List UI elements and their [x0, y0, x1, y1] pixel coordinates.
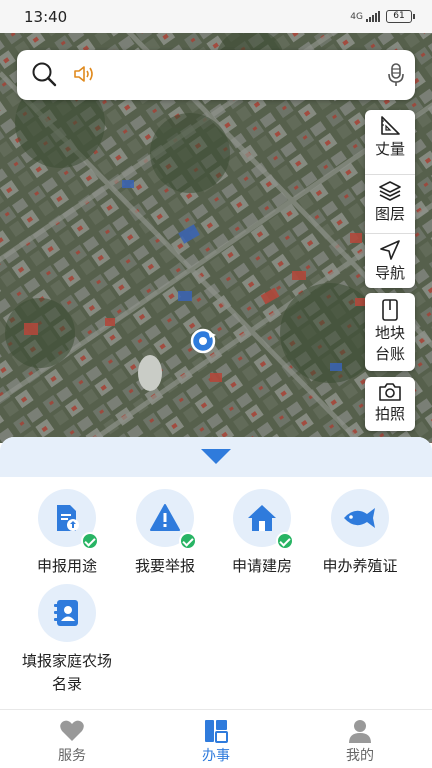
service-label: 我要举报: [134, 557, 195, 575]
service-apply-housing[interactable]: 申请建房: [213, 489, 311, 578]
navigation-icon: [380, 240, 400, 260]
search-icon[interactable]: [31, 61, 57, 87]
service-report[interactable]: 我要举报: [116, 489, 214, 578]
tab-services[interactable]: 服务: [0, 710, 144, 768]
service-label: 申请建房: [231, 557, 292, 575]
service-label: 申办养殖证: [322, 557, 398, 575]
heart-icon: [60, 720, 84, 741]
camera-icon: [379, 383, 401, 401]
check-badge-icon: [276, 532, 294, 550]
bottom-tab-bar: 服务 办事 我的: [0, 709, 432, 768]
navigation-button[interactable]: 导航: [365, 233, 415, 291]
service-label: 申报用途: [36, 557, 97, 575]
office-icon: [205, 720, 228, 743]
search-input[interactable]: [105, 62, 385, 88]
parcel-ledger-button[interactable]: 地块 台账: [365, 299, 415, 377]
service-label-line2: 名录: [51, 675, 82, 693]
status-time: 13:40: [24, 8, 68, 26]
location-marker-icon: [190, 328, 216, 354]
services-sheet: 申报用途 我要举报 申请建房 申办养殖证 填报家庭农场 名录: [0, 437, 432, 709]
check-badge-icon: [81, 532, 99, 550]
service-family-farm-list[interactable]: 填报家庭农场 名录: [18, 584, 116, 696]
microphone-icon[interactable]: [387, 63, 405, 87]
service-declare-usage[interactable]: 申报用途: [18, 489, 116, 578]
speaker-icon[interactable]: [73, 63, 95, 85]
tab-label: 服务: [58, 748, 86, 764]
service-breeding-license[interactable]: 申办养殖证: [311, 489, 409, 578]
contact-book-icon: [54, 600, 78, 626]
person-icon: [349, 720, 371, 743]
battery-icon: 61: [386, 10, 415, 23]
photo-panel: 拍照: [365, 377, 415, 431]
tab-label: 我的: [346, 748, 374, 764]
navigation-label: 导航: [374, 264, 405, 282]
layers-button[interactable]: 图层: [365, 174, 415, 233]
parcel-ledger-label-1: 地块: [374, 324, 405, 342]
house-icon: [248, 505, 276, 531]
warning-icon: [150, 504, 180, 531]
tab-affairs[interactable]: 办事: [144, 710, 288, 768]
parcel-ledger-label-2: 台账: [374, 345, 405, 363]
measure-label: 丈量: [374, 140, 405, 158]
measure-button[interactable]: 丈量: [365, 115, 415, 174]
photo-button[interactable]: 拍照: [365, 382, 415, 436]
network-type: 4G: [350, 12, 363, 22]
tab-label: 办事: [202, 748, 230, 764]
parcel-ledger-panel: 地块 台账: [365, 293, 415, 371]
book-icon: [382, 299, 398, 321]
check-badge-icon: [179, 532, 197, 550]
fish-icon: [344, 508, 375, 528]
ruler-icon: [381, 116, 400, 135]
photo-label: 拍照: [374, 405, 405, 423]
service-label-line1: 填报家庭农场: [21, 652, 112, 670]
service-label: 填报家庭农场 名录: [18, 650, 116, 696]
document-upload-icon: [57, 505, 79, 531]
sheet-collapse-handle[interactable]: [0, 437, 432, 477]
tab-mine[interactable]: 我的: [288, 710, 432, 768]
search-bar[interactable]: [17, 50, 415, 100]
map-tools-panel: 丈量 图层 导航: [365, 110, 415, 288]
chevron-down-icon[interactable]: [201, 449, 231, 464]
layers-icon: [379, 181, 401, 201]
layers-label: 图层: [374, 205, 405, 223]
status-bar: 13:40 4G 61: [0, 0, 432, 33]
signal-icon: 4G: [350, 10, 380, 22]
